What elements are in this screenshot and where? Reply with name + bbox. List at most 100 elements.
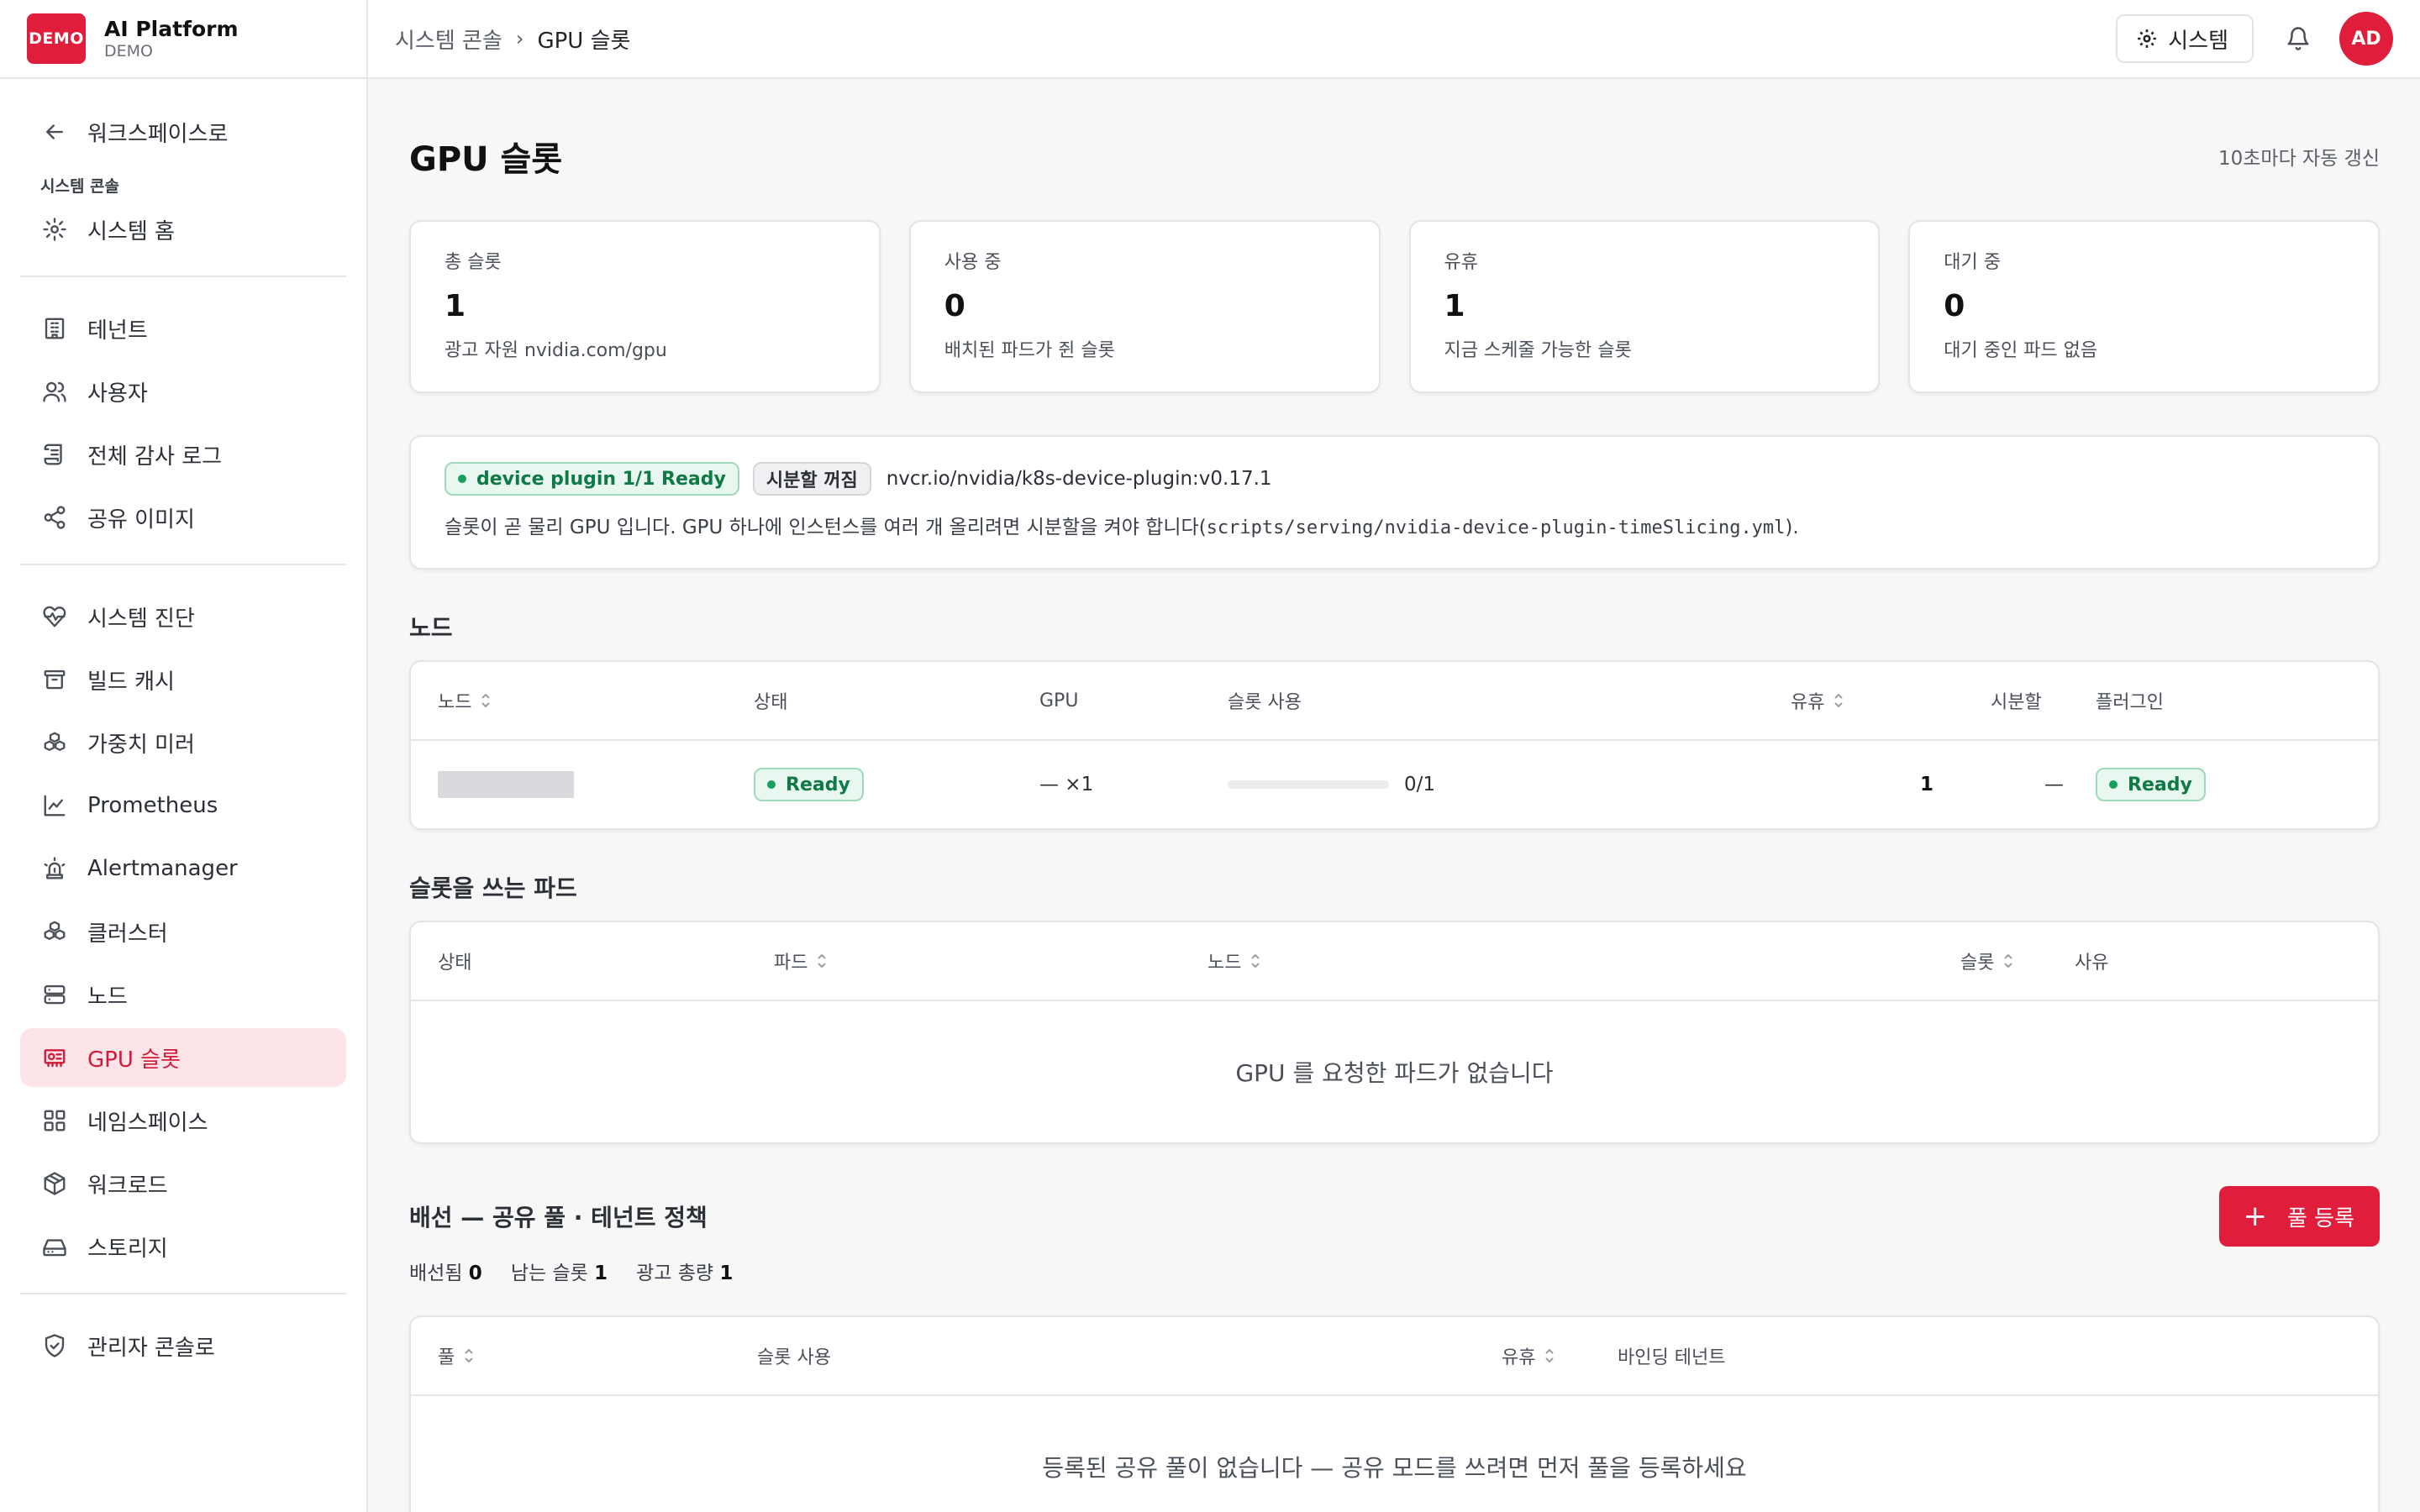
device-plugin-status-badge: device plugin 1/1 Ready [445,462,739,496]
sort-icon [1249,952,1261,970]
notifications-button[interactable] [2284,24,2312,53]
stat-label: 대기 중 [1944,252,2001,273]
column-status: 상태 [411,948,774,974]
column-idle[interactable]: 유휴 [1791,687,1991,714]
stat-hint: 배치된 파드가 쥔 슬롯 [944,340,1115,361]
brand[interactable]: DEMO AI Platform DEMO [0,0,366,79]
sort-icon [480,691,492,710]
hard-drive-icon [40,1232,69,1261]
sort-icon [2002,952,2014,970]
sidebar-item-label: 클러스터 [87,921,168,947]
back-to-workspace-link[interactable]: 워크스페이스로 [20,102,346,161]
add-pool-button[interactable]: + 풀 등록 [2219,1186,2380,1247]
boxes-icon [40,728,69,757]
system-button[interactable]: 시스템 [2116,14,2254,63]
gear-icon [40,215,69,244]
table-row[interactable]: Ready — ×1 0/1 1 — Ready [411,741,2378,828]
pool-stat-value: 1 [594,1263,608,1284]
nav-divider [20,1293,346,1294]
column-label: 노드 [438,692,472,713]
sidebar-item-storage[interactable]: 스토리지 [20,1217,346,1276]
sidebar-item-clusters[interactable]: 클러스터 [20,902,346,961]
auto-refresh-label: 10초마다 자동 갱신 [2217,148,2380,170]
sidebar-item-prometheus[interactable]: Prometheus [20,776,346,835]
sidebar-item-diagnostics[interactable]: 시스템 진단 [20,587,346,646]
column-label: 슬롯 사용 [1228,692,1302,713]
sidebar-item-weight-mirror[interactable]: 가중치 미러 [20,713,346,772]
column-slots[interactable]: 슬롯 [1960,948,2075,974]
nav-section-system-console: 시스템 콘솔 [40,177,120,196]
sidebar-item-label: 노드 [87,984,128,1010]
breadcrumb-current: GPU 슬롯 [537,28,631,54]
sidebar-item-audit-log[interactable]: 전체 감사 로그 [20,425,346,484]
brand-subtitle: DEMO [104,42,153,60]
device-plugin-card: device plugin 1/1 Ready 시분할 꺼짐 nvcr.io/n… [409,435,2380,570]
device-plugin-note: 슬롯이 곧 물리 GPU 입니다. GPU 하나에 인스턴스를 여러 개 올리려… [445,511,2344,539]
column-pod[interactable]: 파드 [774,948,1207,974]
pool-stat-wired: 배선됨 0 [409,1257,482,1285]
breadcrumb-system-console[interactable]: 시스템 콘솔 [395,24,502,55]
server-icon [40,980,69,1009]
sidebar-item-build-cache[interactable]: 빌드 캐시 [20,650,346,709]
package-icon [40,1169,69,1198]
sidebar-item-alertmanager[interactable]: Alertmanager [20,839,346,898]
line-chart-icon [40,791,69,820]
sidebar-item-tenants[interactable]: 테넌트 [20,299,346,358]
sidebar-item-workloads[interactable]: 워크로드 [20,1154,346,1213]
stat-card-idle: 유휴 1 지금 스케줄 가능한 슬롯 [1408,220,1881,393]
column-slot-usage: 슬롯 사용 [757,1342,1502,1369]
gpu-icon [40,1043,69,1072]
pools-empty-state: 등록된 공유 풀이 없습니다 — 공유 모드를 쓰려면 먼저 풀을 등록하세요 [1042,1454,1747,1482]
stat-value: 0 [1944,289,1965,323]
nav-divider [20,276,346,277]
sidebar-item-label: 관리자 콘솔로 [87,1335,215,1361]
pool-stat-advertised: 광고 총량 1 [636,1257,733,1285]
pool-stat-value: 0 [468,1263,482,1284]
sidebar: DEMO AI Platform DEMO 워크스페이스로 시스템 콘솔 시스템… [0,0,368,1512]
stat-label: 유휴 [1444,252,1478,273]
pool-stat-label: 남는 슬롯 [510,1263,588,1284]
sidebar-item-label: 스토리지 [87,1236,168,1262]
share-icon [40,503,69,532]
sidebar-item-label: 공유 이미지 [87,507,195,533]
stat-value: 1 [445,289,466,323]
stat-label: 사용 중 [944,252,1002,273]
device-plugin-image: nvcr.io/nvidia/k8s-device-plugin:v0.17.1 [886,468,1272,490]
sidebar-item-system-home[interactable]: 시스템 홈 [20,200,346,259]
column-label: 파드 [774,953,808,974]
sidebar-item-namespaces[interactable]: 네임스페이스 [20,1091,346,1150]
bell-icon [2287,27,2309,50]
sidebar-item-label: 가중치 미러 [87,732,195,758]
status-dot-icon [458,475,466,483]
column-label: 유휴 [1502,1347,1536,1368]
note-code: scripts/serving/nvidia-device-plugin-tim… [1206,517,1786,538]
column-label: GPU [1039,690,1079,711]
nodes-table: 노드 상태 GPU 슬롯 사용 유휴 시분할 플러그인 Ready — ×1 0… [409,660,2380,830]
sidebar-item-users[interactable]: 사용자 [20,362,346,421]
heart-pulse-icon [40,602,69,631]
stat-card-pending: 대기 중 0 대기 중인 파드 없음 [1908,220,2380,393]
note-prefix: 슬롯이 곧 물리 GPU 입니다. GPU 하나에 인스턴스를 여러 개 올리려… [445,517,1207,538]
column-node[interactable]: 노드 [411,687,754,714]
column-idle[interactable]: 유휴 [1502,1342,1618,1369]
plus-icon: + [2243,1200,2267,1233]
main: 시스템 콘솔 › GPU 슬롯 시스템 AD GPU 슬롯 10초마다 자동 갱… [368,0,2420,1512]
column-label: 노드 [1207,953,1242,974]
sort-icon [1833,691,1844,710]
column-gpu: GPU [1039,690,1228,711]
sidebar-item-nodes[interactable]: 노드 [20,965,346,1024]
sort-icon [1544,1347,1555,1365]
pods-table: 상태 파드 노드 슬롯 사유 GPU 를 요청한 파드가 없습니다 [409,921,2380,1144]
column-pool[interactable]: 풀 [411,1342,757,1369]
node-name-cell [411,771,754,798]
avatar[interactable]: AD [2339,12,2393,66]
pool-stat-remaining: 남는 슬롯 1 [511,1257,608,1285]
sidebar-item-admin-console[interactable]: 관리자 콘솔로 [20,1316,346,1375]
sidebar-item-shared-images[interactable]: 공유 이미지 [20,488,346,547]
column-node[interactable]: 노드 [1207,948,1960,974]
column-label: 풀 [438,1347,455,1368]
device-plugin-status-text: device plugin 1/1 Ready [476,468,726,490]
breadcrumb: 시스템 콘솔 › GPU 슬롯 [395,24,630,55]
sidebar-item-gpu-slots[interactable]: GPU 슬롯 [20,1028,346,1087]
nav-divider [20,564,346,565]
